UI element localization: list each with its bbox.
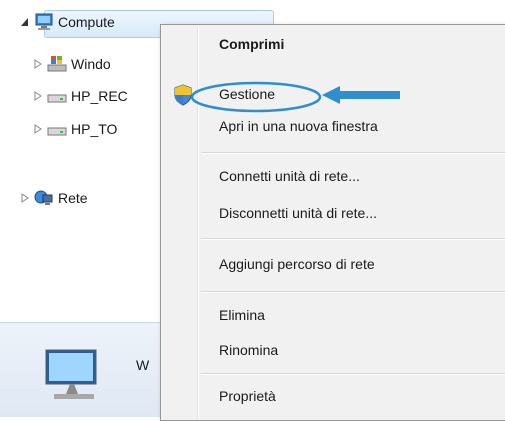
menu-item-label: Connetti unità di rete... [219, 168, 360, 184]
menu-item-elimina[interactable]: Elimina [161, 300, 505, 330]
tree-item-label: HP_TO [71, 121, 118, 137]
menu-item-comprimi[interactable]: Comprimi [161, 29, 505, 59]
collapsed-arrow-icon[interactable] [20, 193, 30, 203]
menu-item-label: Proprietà [219, 388, 276, 404]
tree-item-network[interactable]: Rete [20, 187, 88, 209]
annotation-ellipse [190, 81, 322, 113]
menu-item-label: Apri in una nuova finestra [219, 118, 378, 134]
menu-item-apri-nuova-finestra[interactable]: Apri in una nuova finestra [161, 111, 505, 141]
network-icon [34, 189, 54, 207]
collapsed-arrow-icon[interactable] [33, 59, 43, 69]
tree-item-windows[interactable]: Windo [33, 53, 111, 75]
tree-item-label: HP_REC [71, 88, 128, 104]
tree-item-hp-recovery[interactable]: HP_REC [33, 85, 128, 107]
menu-separator [201, 152, 505, 154]
tree-item-label: Windo [71, 56, 111, 72]
menu-separator [201, 373, 505, 375]
tree-item-label: Compute [58, 14, 115, 30]
collapsed-arrow-icon[interactable] [33, 91, 43, 101]
tree-item-computer[interactable]: Compute [20, 11, 115, 33]
menu-item-label: Disconnetti unità di rete... [219, 205, 377, 221]
menu-item-label: Rinomina [219, 342, 279, 358]
menu-item-label: Comprimi [219, 36, 285, 52]
tree-item-hp-tools[interactable]: HP_TO [33, 118, 117, 140]
menu-item-connetti-unita[interactable]: Connetti unità di rete... [161, 161, 505, 191]
menu-item-label: Aggiungi percorso di rete [219, 256, 375, 272]
windows-drive-icon [47, 55, 67, 73]
menu-item-label: Elimina [219, 307, 265, 323]
details-title: W [136, 357, 150, 373]
annotation-arrow-icon [322, 86, 400, 104]
drive-icon [47, 120, 67, 138]
expanded-arrow-icon[interactable] [20, 17, 30, 27]
menu-item-aggiungi-percorso[interactable]: Aggiungi percorso di rete [161, 249, 505, 279]
computer-icon [34, 13, 54, 31]
menu-separator [201, 291, 505, 293]
computer-large-icon [40, 340, 110, 410]
tree-item-label: Rete [58, 190, 88, 206]
menu-item-disconnetti-unita[interactable]: Disconnetti unità di rete... [161, 198, 505, 228]
menu-separator [201, 238, 505, 240]
menu-item-rinomina[interactable]: Rinomina [161, 335, 505, 365]
menu-item-proprieta[interactable]: Proprietà [161, 381, 505, 411]
drive-icon [47, 87, 67, 105]
collapsed-arrow-icon[interactable] [33, 124, 43, 134]
